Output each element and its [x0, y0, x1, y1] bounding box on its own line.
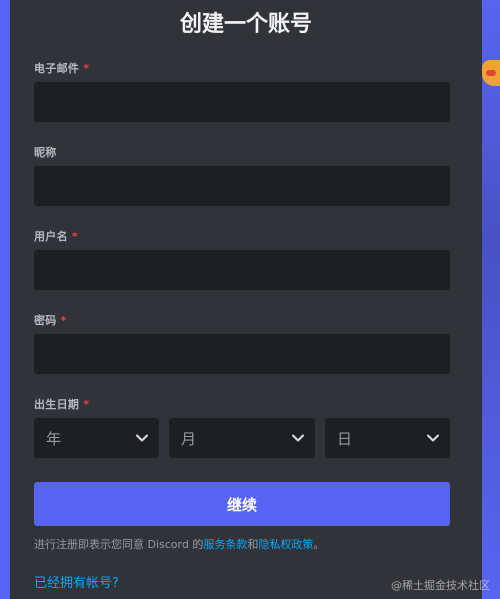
privacy-policy-link[interactable]: 隐私权政策 [258, 538, 313, 551]
register-panel: 创建一个账号 电子邮件 * 昵称 用户名 * 密码 * 出生日期 * 年 月 日 继续 … [10, 0, 482, 599]
terms-prefix: 进行注册即表示您同意 Discord 的 [34, 538, 204, 551]
required-mark: * [83, 398, 90, 411]
terms-and: 和 [247, 538, 259, 551]
page-title: 创建一个账号 [179, 12, 312, 37]
day-select[interactable]: 日 [325, 418, 450, 458]
password-field[interactable] [34, 334, 450, 374]
username-field[interactable] [34, 250, 450, 290]
birth-date-label-text: 出生日期 [34, 398, 80, 411]
decorative-illustration-accent [486, 70, 496, 76]
year-select-value: 年 [46, 429, 62, 448]
required-mark: * [60, 314, 67, 327]
username-label-text: 用户名 [34, 230, 68, 243]
month-select-value: 月 [181, 429, 197, 448]
login-link[interactable]: 已经拥有帐号? [34, 572, 119, 591]
nickname-label: 昵称 [34, 146, 57, 159]
password-label-text: 密码 [34, 314, 57, 327]
chevron-down-icon [136, 434, 148, 442]
email-label-text: 电子邮件 [34, 62, 80, 75]
continue-button[interactable]: 继续 [34, 482, 450, 526]
watermark: @稀土掘金技术社区 [391, 579, 490, 592]
terms-of-service-link[interactable]: 服务条款 [203, 538, 247, 551]
terms-suffix: 。 [313, 538, 325, 551]
chevron-down-icon [427, 434, 439, 442]
email-label: 电子邮件 * [34, 60, 89, 76]
required-mark: * [71, 230, 78, 243]
password-label: 密码 * [34, 312, 67, 328]
terms-notice: 进行注册即表示您同意 Discord 的服务条款和隐私权政策。 [34, 536, 324, 552]
email-field[interactable] [34, 82, 450, 122]
year-select[interactable]: 年 [34, 418, 159, 458]
nickname-field[interactable] [34, 166, 450, 206]
chevron-down-icon [292, 434, 304, 442]
day-select-value: 日 [337, 429, 353, 448]
birth-date-label: 出生日期 * [34, 396, 89, 412]
username-label: 用户名 * [34, 228, 78, 244]
month-select[interactable]: 月 [169, 418, 315, 458]
required-mark: * [83, 62, 90, 75]
